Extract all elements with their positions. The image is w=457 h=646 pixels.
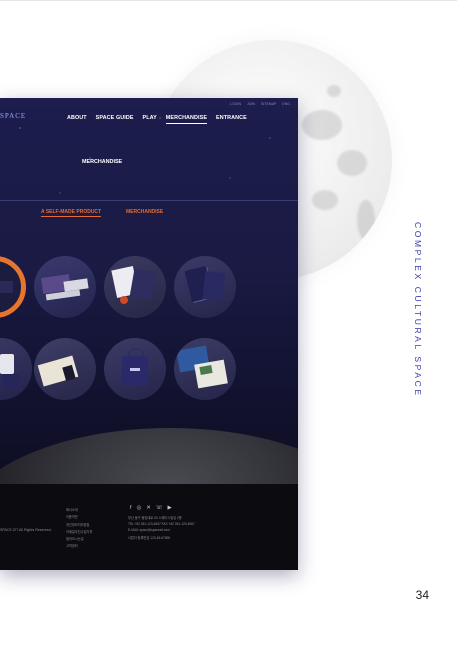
nav-item-entrance[interactable]: ENTRANCE [216,115,247,121]
page-title: MERCHANDISE [82,159,123,165]
product-circle-8[interactable] [174,338,236,400]
whatsapp-icon[interactable]: ☏ [156,505,163,511]
footer-contact: 부산 동구 중앙대로 00 스페이스빌딩 2층 TEL +82 051-123-… [128,515,195,540]
contact-line: E-MAIL space@spacezit.com [128,528,170,533]
main-navigation: ABOUT SPACE GUIDE PLAY MERCHANDISE ENTRA… [67,115,247,124]
tab-merchandise[interactable]: MERCHANDISE [126,209,163,215]
top-divider-line [0,0,457,1]
page-number: 34 [415,588,429,602]
footer-link[interactable]: 개인정보처리방침 [66,522,92,527]
twitter-icon[interactable]: ✕ [146,505,151,511]
nav-item-merchandise[interactable]: MERCHANDISE [165,115,208,124]
nav-item-play[interactable]: PLAY [143,115,157,121]
footer-link[interactable]: 고객센터 [66,543,92,548]
youtube-icon[interactable]: ▶ [168,505,172,511]
product-circle-2[interactable] [34,256,96,318]
util-link[interactable]: LOGIN [230,102,241,106]
product-circle-3[interactable] [104,256,166,318]
contact-line: TEL +82 051-123-4567 FAX +82 051-123-456… [128,522,195,527]
section-divider [0,200,298,201]
site-logo[interactable]: SPACE [0,112,26,120]
footer-link[interactable]: 회사소개 [66,507,92,512]
facebook-icon[interactable]: f [130,505,132,511]
nav-item-about[interactable]: ABOUT [67,115,87,121]
product-circle-4[interactable] [174,256,236,318]
util-link[interactable]: SITEMAP [261,102,276,106]
footer-link[interactable]: 찾아오시는길 [66,536,92,541]
side-vertical-title: COMPLEX CULTURAL SPACE [413,222,427,432]
product-circle-5[interactable] [0,338,32,400]
footer-link[interactable]: 이용약관 [66,514,92,519]
contact-line: 부산 동구 중앙대로 00 스페이스빌딩 2층 [128,516,182,520]
util-link[interactable]: JOIN [247,102,255,106]
product-circle-6[interactable] [34,338,96,400]
footer-links: 회사소개 이용약관 개인정보처리방침 이메일무단수집거부 찾아오시는길 고객센터 [66,507,92,548]
footer-link[interactable]: 이메일무단수집거부 [66,529,92,534]
product-circle-7[interactable] [104,338,166,400]
util-link[interactable]: ENG [282,102,290,106]
contact-line: 사업자 등록번호 123-45-67890 [128,535,171,540]
nav-item-space-guide[interactable]: SPACE GUIDE [96,115,134,121]
product-circle-1[interactable] [0,256,26,318]
tab-self-made-product[interactable]: A SELF-MADE PRODUCT [41,209,102,217]
instagram-icon[interactable]: ◎ [137,505,142,511]
utility-links: LOGIN JOIN SITEMAP ENG [230,102,290,106]
website-screenshot: SPACE LOGIN JOIN SITEMAP ENG ABOUT SPACE… [0,98,298,570]
side-label-text: COMPLEX CULTURAL SPACE [413,222,423,398]
social-icons: f ◎ ✕ ☏ ▶ [130,505,172,511]
footer-copyright: SPACE.ZIT All Rights Reserved. [0,528,52,532]
